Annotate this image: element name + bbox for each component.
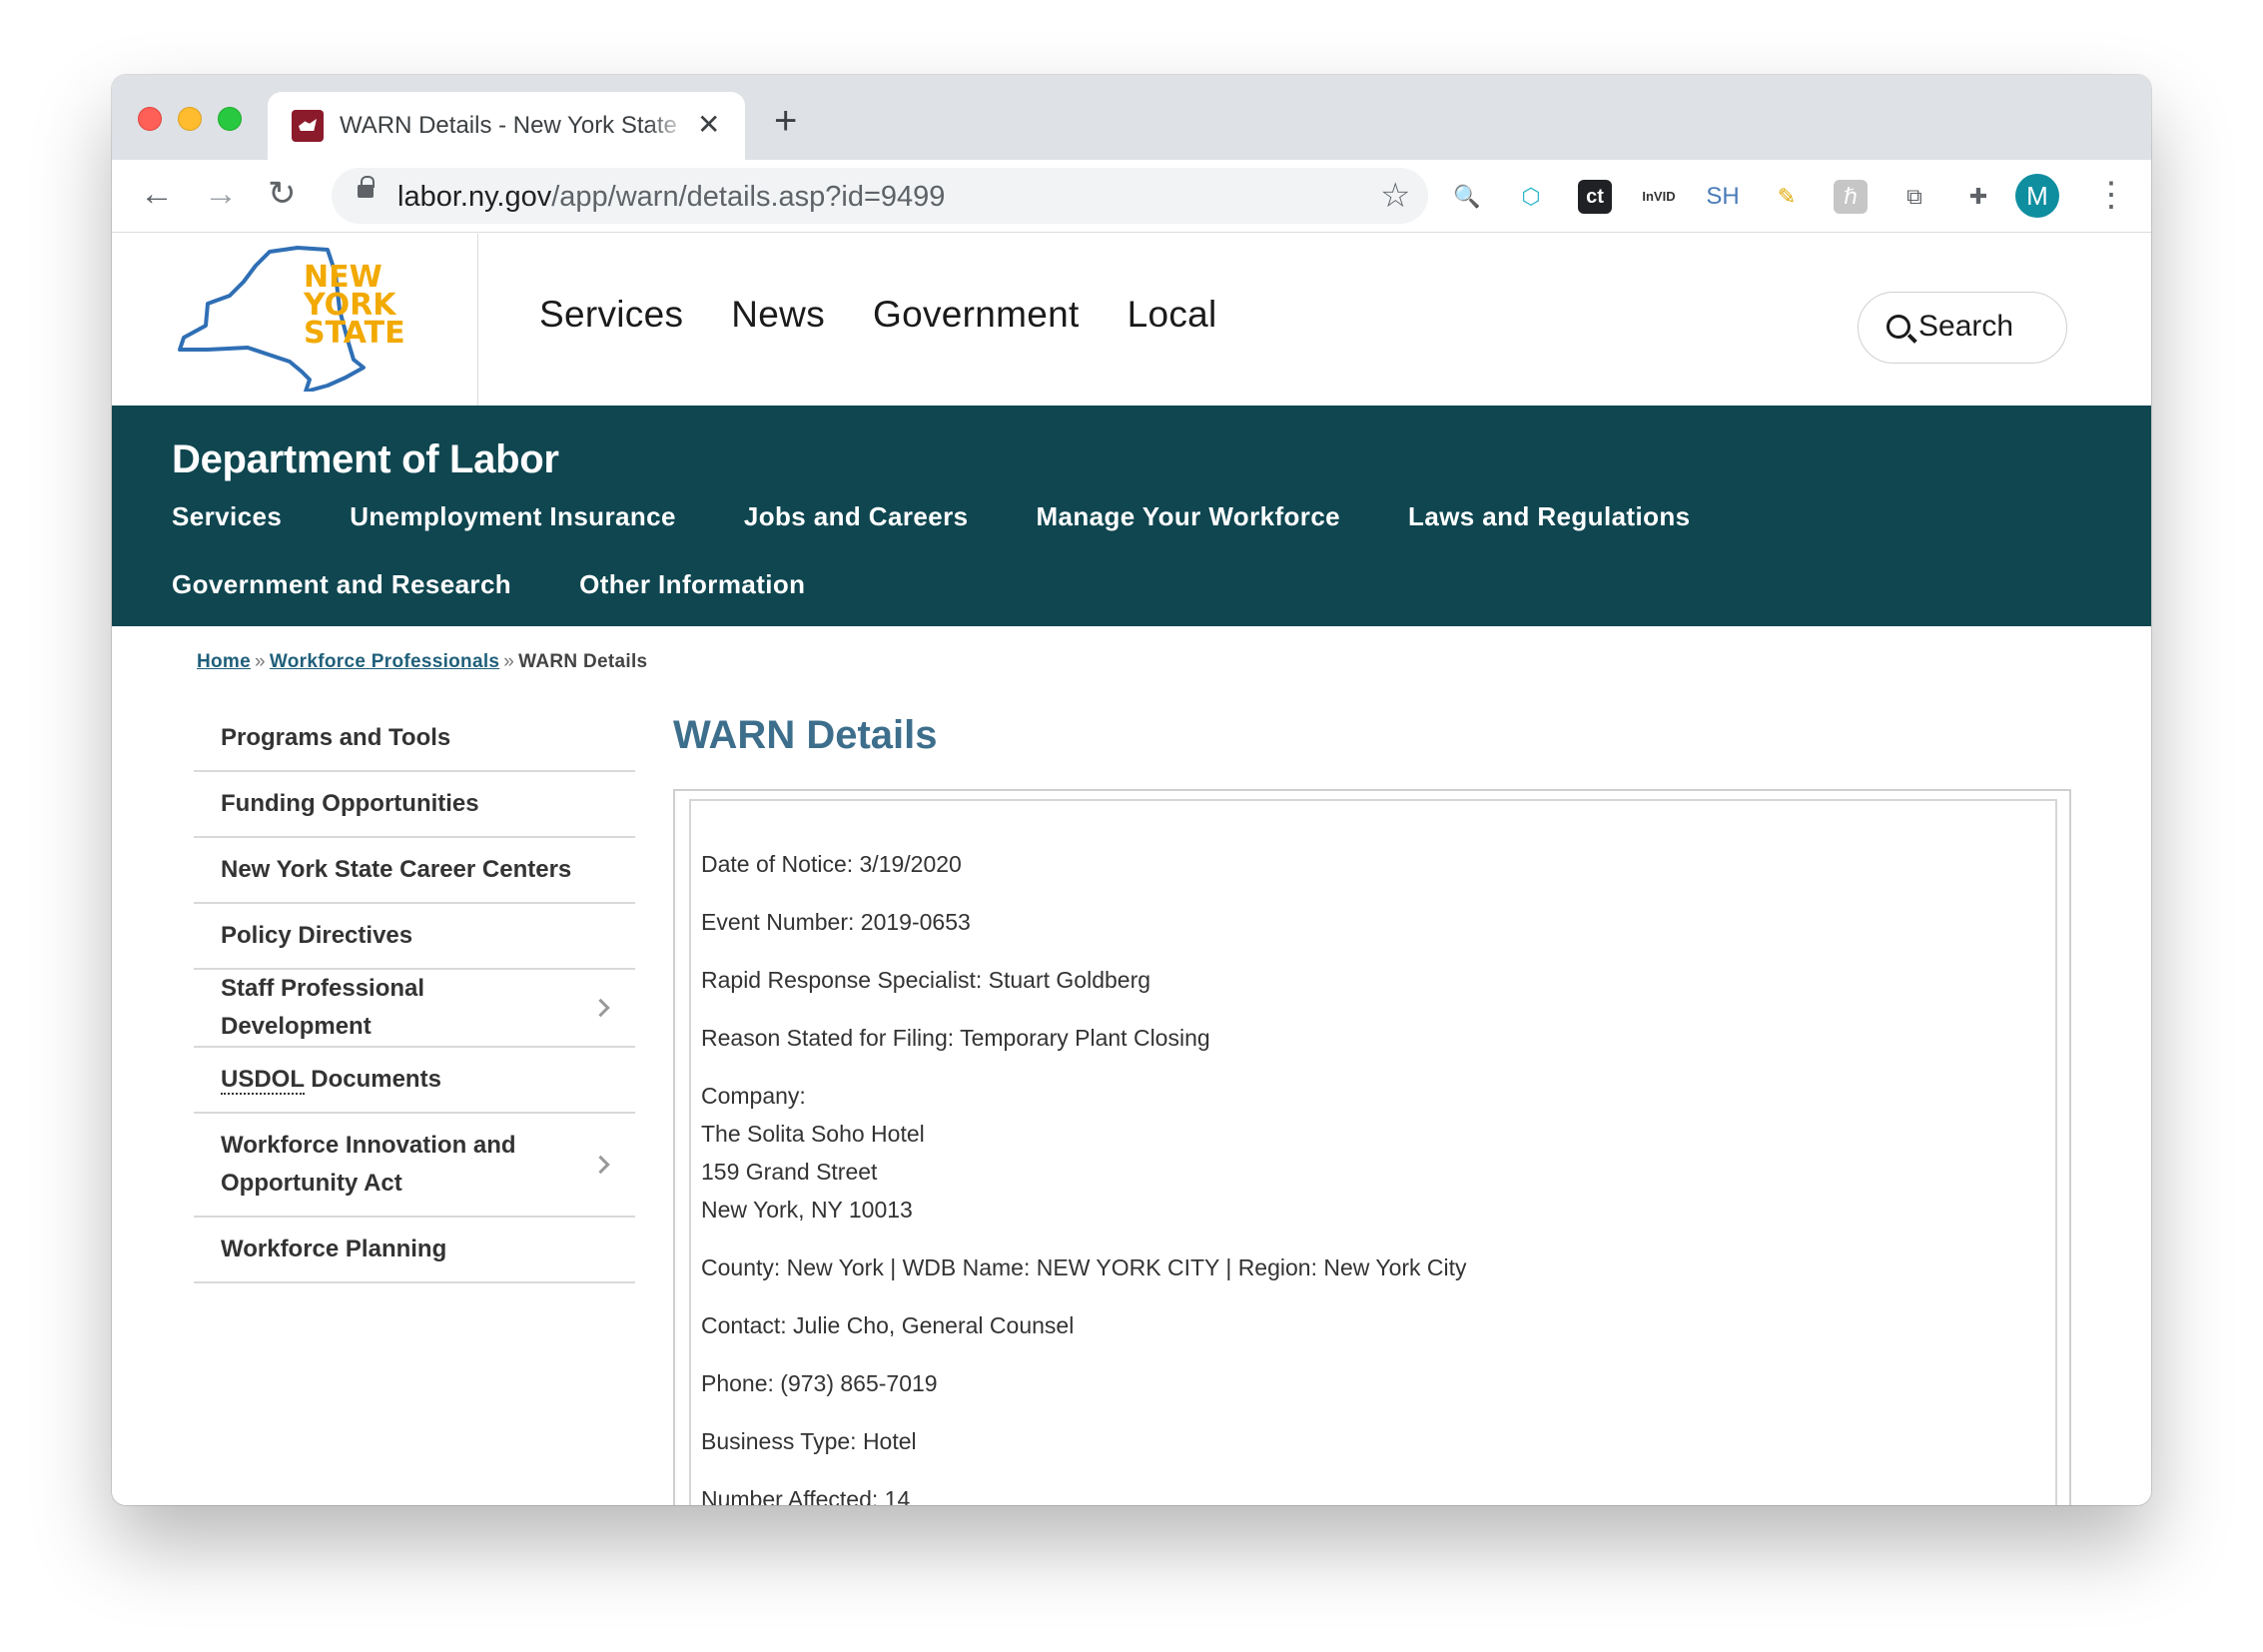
breadcrumb-separator: »: [503, 651, 515, 672]
tab-strip: WARN Details - New York State ✕ +: [112, 75, 2151, 160]
company-city: New York, NY 10013: [701, 1197, 913, 1223]
sidebar-item-label: Workforce Innovation and Opportunity Act: [221, 1132, 516, 1197]
url-text[interactable]: labor.ny.gov/app/warn/details.asp?id=949…: [397, 181, 945, 214]
search-button[interactable]: Search: [1858, 292, 2067, 364]
copy-ext-icon[interactable]: ⧉: [1897, 180, 1931, 214]
company-block: Company: The Solita Soho Hotel 159 Grand…: [701, 1077, 2045, 1229]
web-page: NEW YORK STATE Services News Government …: [112, 234, 2151, 1505]
search-ext-icon[interactable]: 🔍: [1450, 180, 1484, 214]
dol-nav-row-1: Services Unemployment Insurance Jobs and…: [172, 501, 1691, 532]
breadcrumb: Home» Workforce Professionals» WARN Detail…: [197, 651, 647, 673]
sidebar-item-label: USDOL Documents: [221, 1066, 441, 1095]
global-nav-news[interactable]: News: [731, 294, 825, 336]
new-tab-button[interactable]: +: [774, 101, 797, 141]
dol-nav-other-information[interactable]: Other Information: [579, 569, 805, 600]
sidebar-item-funding-opportunities[interactable]: Funding Opportunities: [194, 772, 635, 838]
sidebar-item-label: Policy Directives: [221, 922, 413, 949]
sh-ext-icon[interactable]: SH: [1706, 180, 1740, 214]
sidebar-item-programs-and-tools[interactable]: Programs and Tools: [194, 706, 635, 772]
region-line: County: New York | WDB Name: NEW YORK CI…: [701, 1254, 1467, 1280]
sidebar-item-workforce-planning[interactable]: Workforce Planning: [194, 1218, 635, 1283]
usdol-abbreviation: USDOL: [221, 1066, 305, 1095]
lock-icon: [358, 176, 375, 198]
search-icon: [1886, 315, 1910, 339]
breadcrumb-separator: »: [255, 651, 266, 672]
tab-warn-details[interactable]: WARN Details - New York State ✕: [268, 92, 745, 160]
dol-nav-jobs-and-careers[interactable]: Jobs and Careers: [744, 501, 969, 532]
breadcrumb-workforce-professionals-link[interactable]: Workforce Professionals: [270, 651, 499, 672]
global-nav: Services News Government Local: [539, 294, 1217, 336]
company-name: The Solita Soho Hotel: [701, 1121, 925, 1147]
company-label: Company:: [701, 1083, 806, 1109]
sidebar-item-policy-directives[interactable]: Policy Directives: [194, 904, 635, 970]
sidebar-item-wioa[interactable]: Workforce Innovation and Opportunity Act: [194, 1114, 635, 1218]
warn-details-body: Date of Notice: 3/19/2020 Event Number: …: [689, 799, 2057, 1505]
company-street: 159 Grand Street: [701, 1159, 878, 1185]
contact: Contact: Julie Cho, General Counsel: [701, 1312, 1075, 1338]
event-number: Event Number: 2019-0653: [701, 909, 971, 935]
breadcrumb-current: WARN Details: [518, 651, 648, 672]
reload-icon[interactable]: ↻: [268, 174, 297, 214]
back-arrow-icon[interactable]: ←: [140, 174, 174, 214]
sidebar-item-career-centers[interactable]: New York State Career Centers: [194, 838, 635, 904]
agency-title[interactable]: Department of Labor: [172, 437, 559, 482]
nys-favicon-icon: [292, 110, 324, 142]
nys-global-header: NEW YORK STATE Services News Government …: [112, 234, 2151, 406]
bookmark-star-icon[interactable]: ☆: [1380, 176, 1410, 216]
sidebar-item-label: Programs and Tools: [221, 724, 451, 751]
sidebar-item-usdol-documents[interactable]: USDOL Documents: [194, 1048, 635, 1114]
ct-ext-icon[interactable]: ct: [1578, 180, 1612, 214]
phone: Phone: (973) 865-7019: [701, 1370, 938, 1396]
dol-nav-services[interactable]: Services: [172, 501, 282, 532]
chevron-right-icon[interactable]: [591, 998, 610, 1018]
invid-ext-icon[interactable]: InVID: [1642, 180, 1676, 214]
global-nav-services[interactable]: Services: [539, 294, 683, 336]
number-affected: Number Affected: 14: [701, 1486, 911, 1505]
sidebar-item-staff-professional-development[interactable]: Staff Professional Development: [194, 970, 635, 1048]
page-title: WARN Details: [673, 713, 938, 757]
browser-menu-icon[interactable]: ⋮: [2094, 175, 2128, 215]
sidebar-item-label: Funding Opportunities: [221, 790, 479, 817]
puzzle-extensions-icon[interactable]: ✚: [1961, 180, 1995, 214]
dol-nav-laws-and-regulations[interactable]: Laws and Regulations: [1408, 501, 1691, 532]
sidebar-item-label: New York State Career Centers: [221, 856, 572, 883]
forward-arrow-icon[interactable]: →: [204, 174, 238, 214]
profile-avatar[interactable]: M: [2015, 174, 2059, 218]
logo-word-state: STATE: [304, 316, 405, 351]
close-window-button[interactable]: [138, 107, 162, 131]
address-bar[interactable]: labor.ny.gov/app/warn/details.asp?id=949…: [332, 168, 1428, 224]
sidebar-item-label: Staff Professional Development: [221, 975, 425, 1040]
highlighter-ext-icon[interactable]: ✎: [1770, 180, 1804, 214]
minimize-window-button[interactable]: [178, 107, 202, 131]
side-navigation: Programs and Tools Funding Opportunities…: [194, 706, 635, 1283]
nys-logo[interactable]: NEW YORK STATE: [178, 244, 407, 394]
browser-toolbar: ← → ↻ labor.ny.gov/app/warn/details.asp?…: [112, 160, 2151, 233]
sidebar-item-label: Workforce Planning: [221, 1236, 447, 1262]
date-of-notice: Date of Notice: 3/19/2020: [701, 851, 962, 877]
tab-title: WARN Details - New York State: [340, 112, 677, 139]
chevron-right-icon[interactable]: [591, 1155, 610, 1175]
maximize-window-button[interactable]: [218, 107, 242, 131]
header-divider: [477, 234, 478, 406]
breadcrumb-home-link[interactable]: Home: [197, 651, 251, 672]
business-type: Business Type: Hotel: [701, 1428, 917, 1454]
browser-window: WARN Details - New York State ✕ + ← → ↻ …: [112, 75, 2151, 1505]
global-nav-government[interactable]: Government: [873, 294, 1080, 336]
dol-header: Department of Labor Services Unemploymen…: [112, 406, 2151, 626]
reason-for-filing: Reason Stated for Filing: Temporary Plan…: [701, 1025, 1210, 1051]
dol-nav-row-2: Government and Research Other Informatio…: [172, 569, 805, 600]
tab-close-icon[interactable]: ✕: [697, 109, 720, 141]
dol-nav-government-and-research[interactable]: Government and Research: [172, 569, 511, 600]
rapid-response-specialist: Rapid Response Specialist: Stuart Goldbe…: [701, 967, 1151, 993]
dol-nav-manage-your-workforce[interactable]: Manage Your Workforce: [1036, 501, 1340, 532]
shield-ext-icon[interactable]: ⬡: [1514, 180, 1548, 214]
search-button-label: Search: [1918, 310, 2014, 343]
global-nav-local[interactable]: Local: [1128, 294, 1217, 336]
grey-ext-icon[interactable]: ℏ: [1834, 180, 1868, 214]
warn-details-panel: Date of Notice: 3/19/2020 Event Number: …: [673, 789, 2071, 1505]
dol-nav-unemployment-insurance[interactable]: Unemployment Insurance: [350, 501, 676, 532]
